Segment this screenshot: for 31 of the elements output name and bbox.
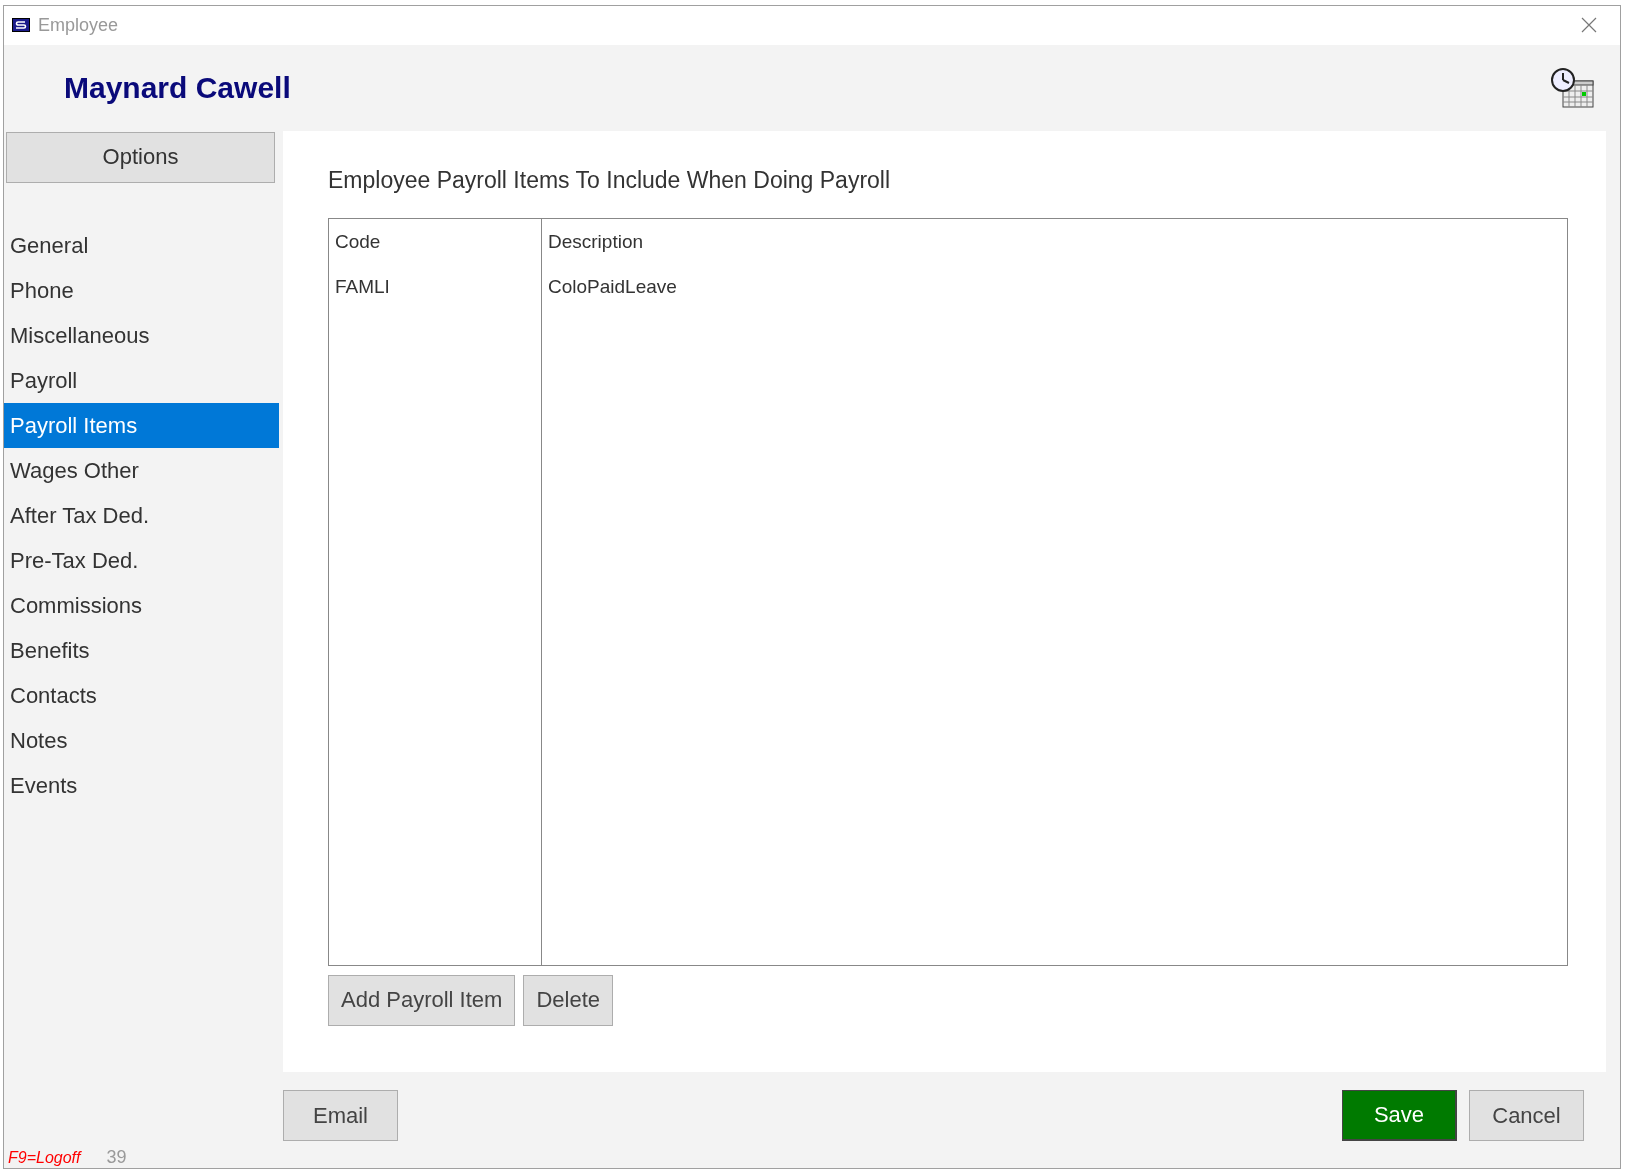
sidebar-item[interactable]: After Tax Ded.: [4, 492, 279, 538]
app-icon: [12, 18, 30, 33]
window-title: Employee: [38, 14, 119, 36]
sidebar-item[interactable]: Events: [4, 762, 279, 808]
sidebar-item[interactable]: General: [4, 222, 279, 268]
column-header[interactable]: Description: [548, 230, 1561, 276]
footer-button[interactable]: Cancel: [1469, 1090, 1584, 1141]
clock-calendar-icon[interactable]: [1549, 66, 1595, 109]
sidebar-item[interactable]: Payroll: [4, 357, 279, 403]
close-icon[interactable]: [1580, 16, 1598, 35]
table-cell-text: ColoPaidLeave: [548, 275, 678, 299]
sidebar-item[interactable]: Benefits: [4, 627, 279, 673]
sidebar-item[interactable]: Wages Other: [4, 447, 279, 493]
delete-button[interactable]: Delete: [523, 974, 613, 1026]
sidebar-item[interactable]: Notes: [4, 717, 279, 763]
sidebar-item[interactable]: Miscellaneous: [4, 312, 279, 358]
column-header[interactable]: Code: [335, 230, 535, 276]
shortcut-hint: F9=Logoff: [8, 1149, 81, 1167]
table-cell-text: FAMLI: [335, 275, 391, 299]
employee-name: Maynard Cawell: [64, 70, 291, 105]
footer-button[interactable]: Email: [283, 1090, 398, 1141]
sidebar-item[interactable]: Contacts: [4, 672, 279, 718]
sidebar-item[interactable]: Phone: [4, 267, 279, 313]
sidebar-item[interactable]: Payroll Items: [4, 402, 279, 448]
add-button[interactable]: Add Payroll Item: [328, 974, 516, 1026]
panel-heading: Employee Payroll Items To Include When Doing Payroll: [328, 166, 892, 194]
save-button[interactable]: Save: [1342, 1090, 1457, 1141]
count-label: 39: [106, 1147, 127, 1168]
sidebar-item[interactable]: Commissions: [4, 582, 279, 628]
sidebar-item[interactable]: Pre-Tax Ded.: [4, 537, 279, 583]
options-button[interactable]: Options: [6, 131, 275, 183]
